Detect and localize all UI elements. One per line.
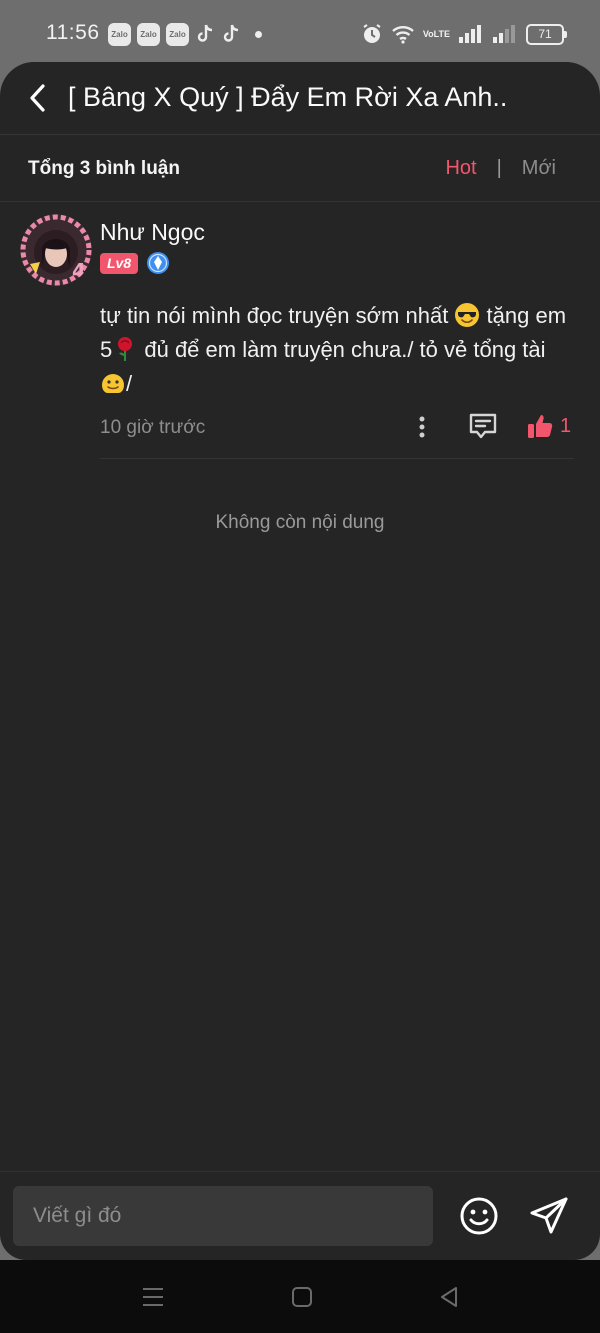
user-badges: Lv8 (100, 251, 170, 275)
emoji-button[interactable] (459, 1196, 499, 1236)
zalo-icon: Zalo (166, 22, 189, 46)
signal-icon (459, 25, 481, 43)
comment-text-segment: đủ để em làm truyện chưa./ tỏ vẻ tổng tà… (138, 337, 546, 362)
rose-emoji-icon (118, 337, 133, 361)
reply-icon (469, 413, 497, 439)
comment-text: tự tin nói mình đọc truyện sớm nhất tặng… (100, 299, 570, 401)
comment-input[interactable] (13, 1186, 433, 1246)
system-nav-bar (0, 1260, 600, 1333)
header: [ Bâng X Quý ] Đẩy Em Rời Xa Anh.. (0, 62, 600, 135)
comment-text-segment: / (126, 371, 133, 396)
square-icon (292, 1287, 312, 1307)
sunglasses-emoji-icon (455, 303, 480, 327)
notification-icons: Zalo Zalo Zalo (108, 22, 262, 46)
like-count: 1 (560, 414, 572, 437)
sort-hot-tab[interactable]: Hot (445, 157, 476, 180)
sort-separator: | (496, 157, 502, 179)
comment-timestamp: 10 giờ trước (100, 417, 206, 438)
status-time: 11:56 (46, 21, 100, 44)
zalo-icon: Zalo (137, 22, 160, 46)
diamond-badge-icon (147, 252, 170, 274)
avatar[interactable]: 4 (20, 214, 92, 286)
comments-bar: Tổng 3 bình luận Hot | Mới (0, 135, 600, 202)
like-button[interactable]: 1 (526, 409, 571, 443)
nav-recents-button[interactable] (136, 1280, 170, 1314)
tiktok-icon (197, 24, 213, 42)
nav-home-button[interactable] (285, 1280, 319, 1314)
more-notifications-dot (255, 30, 262, 38)
svg-text:4: 4 (72, 259, 86, 283)
level-badge: Lv8 (100, 252, 139, 274)
melting-face-emoji-icon (102, 374, 124, 393)
menu-icon (143, 1288, 163, 1306)
comment-count: Tổng 3 bình luận (28, 158, 180, 179)
sort-tabs: Hot | Mới (445, 157, 556, 180)
send-icon (530, 1197, 568, 1234)
thumbs-up-icon (528, 415, 553, 438)
volte-indicator: VoLTE (422, 28, 450, 39)
comment-username[interactable]: Như Ngọc (100, 219, 205, 246)
chevron-left-icon (30, 84, 45, 112)
comments-screen: [ Bâng X Quý ] Đẩy Em Rời Xa Anh.. Tổng … (0, 62, 600, 1260)
signal-icon-sim2 (493, 25, 515, 43)
sort-new-tab[interactable]: Mới (522, 157, 556, 180)
system-icons: VoLTE 71 (361, 20, 567, 48)
page-title: [ Bâng X Quý ] Đẩy Em Rời Xa Anh.. (68, 82, 508, 112)
battery-indicator: 71 (526, 23, 567, 45)
send-button[interactable] (528, 1195, 570, 1237)
back-button[interactable] (20, 80, 56, 116)
alarm-icon (363, 24, 381, 43)
end-of-content-message: Không còn nội dung (215, 512, 385, 533)
more-vertical-icon (419, 416, 425, 438)
comment-text-segment: tự tin nói mình đọc truyện sớm nhất (100, 303, 455, 328)
tiktok-icon (223, 24, 239, 42)
more-options-button[interactable] (410, 412, 434, 442)
nav-back-button[interactable] (432, 1280, 466, 1314)
wifi-icon (392, 26, 414, 44)
triangle-back-icon (441, 1287, 457, 1307)
smiley-icon (460, 1197, 498, 1235)
reply-button[interactable] (466, 409, 500, 443)
zalo-icon: Zalo (108, 22, 131, 46)
comment-divider (100, 458, 574, 459)
status-bar: 11:56 Zalo Zalo Zalo VoLTE 71 (0, 0, 600, 62)
comment-composer (0, 1171, 600, 1260)
